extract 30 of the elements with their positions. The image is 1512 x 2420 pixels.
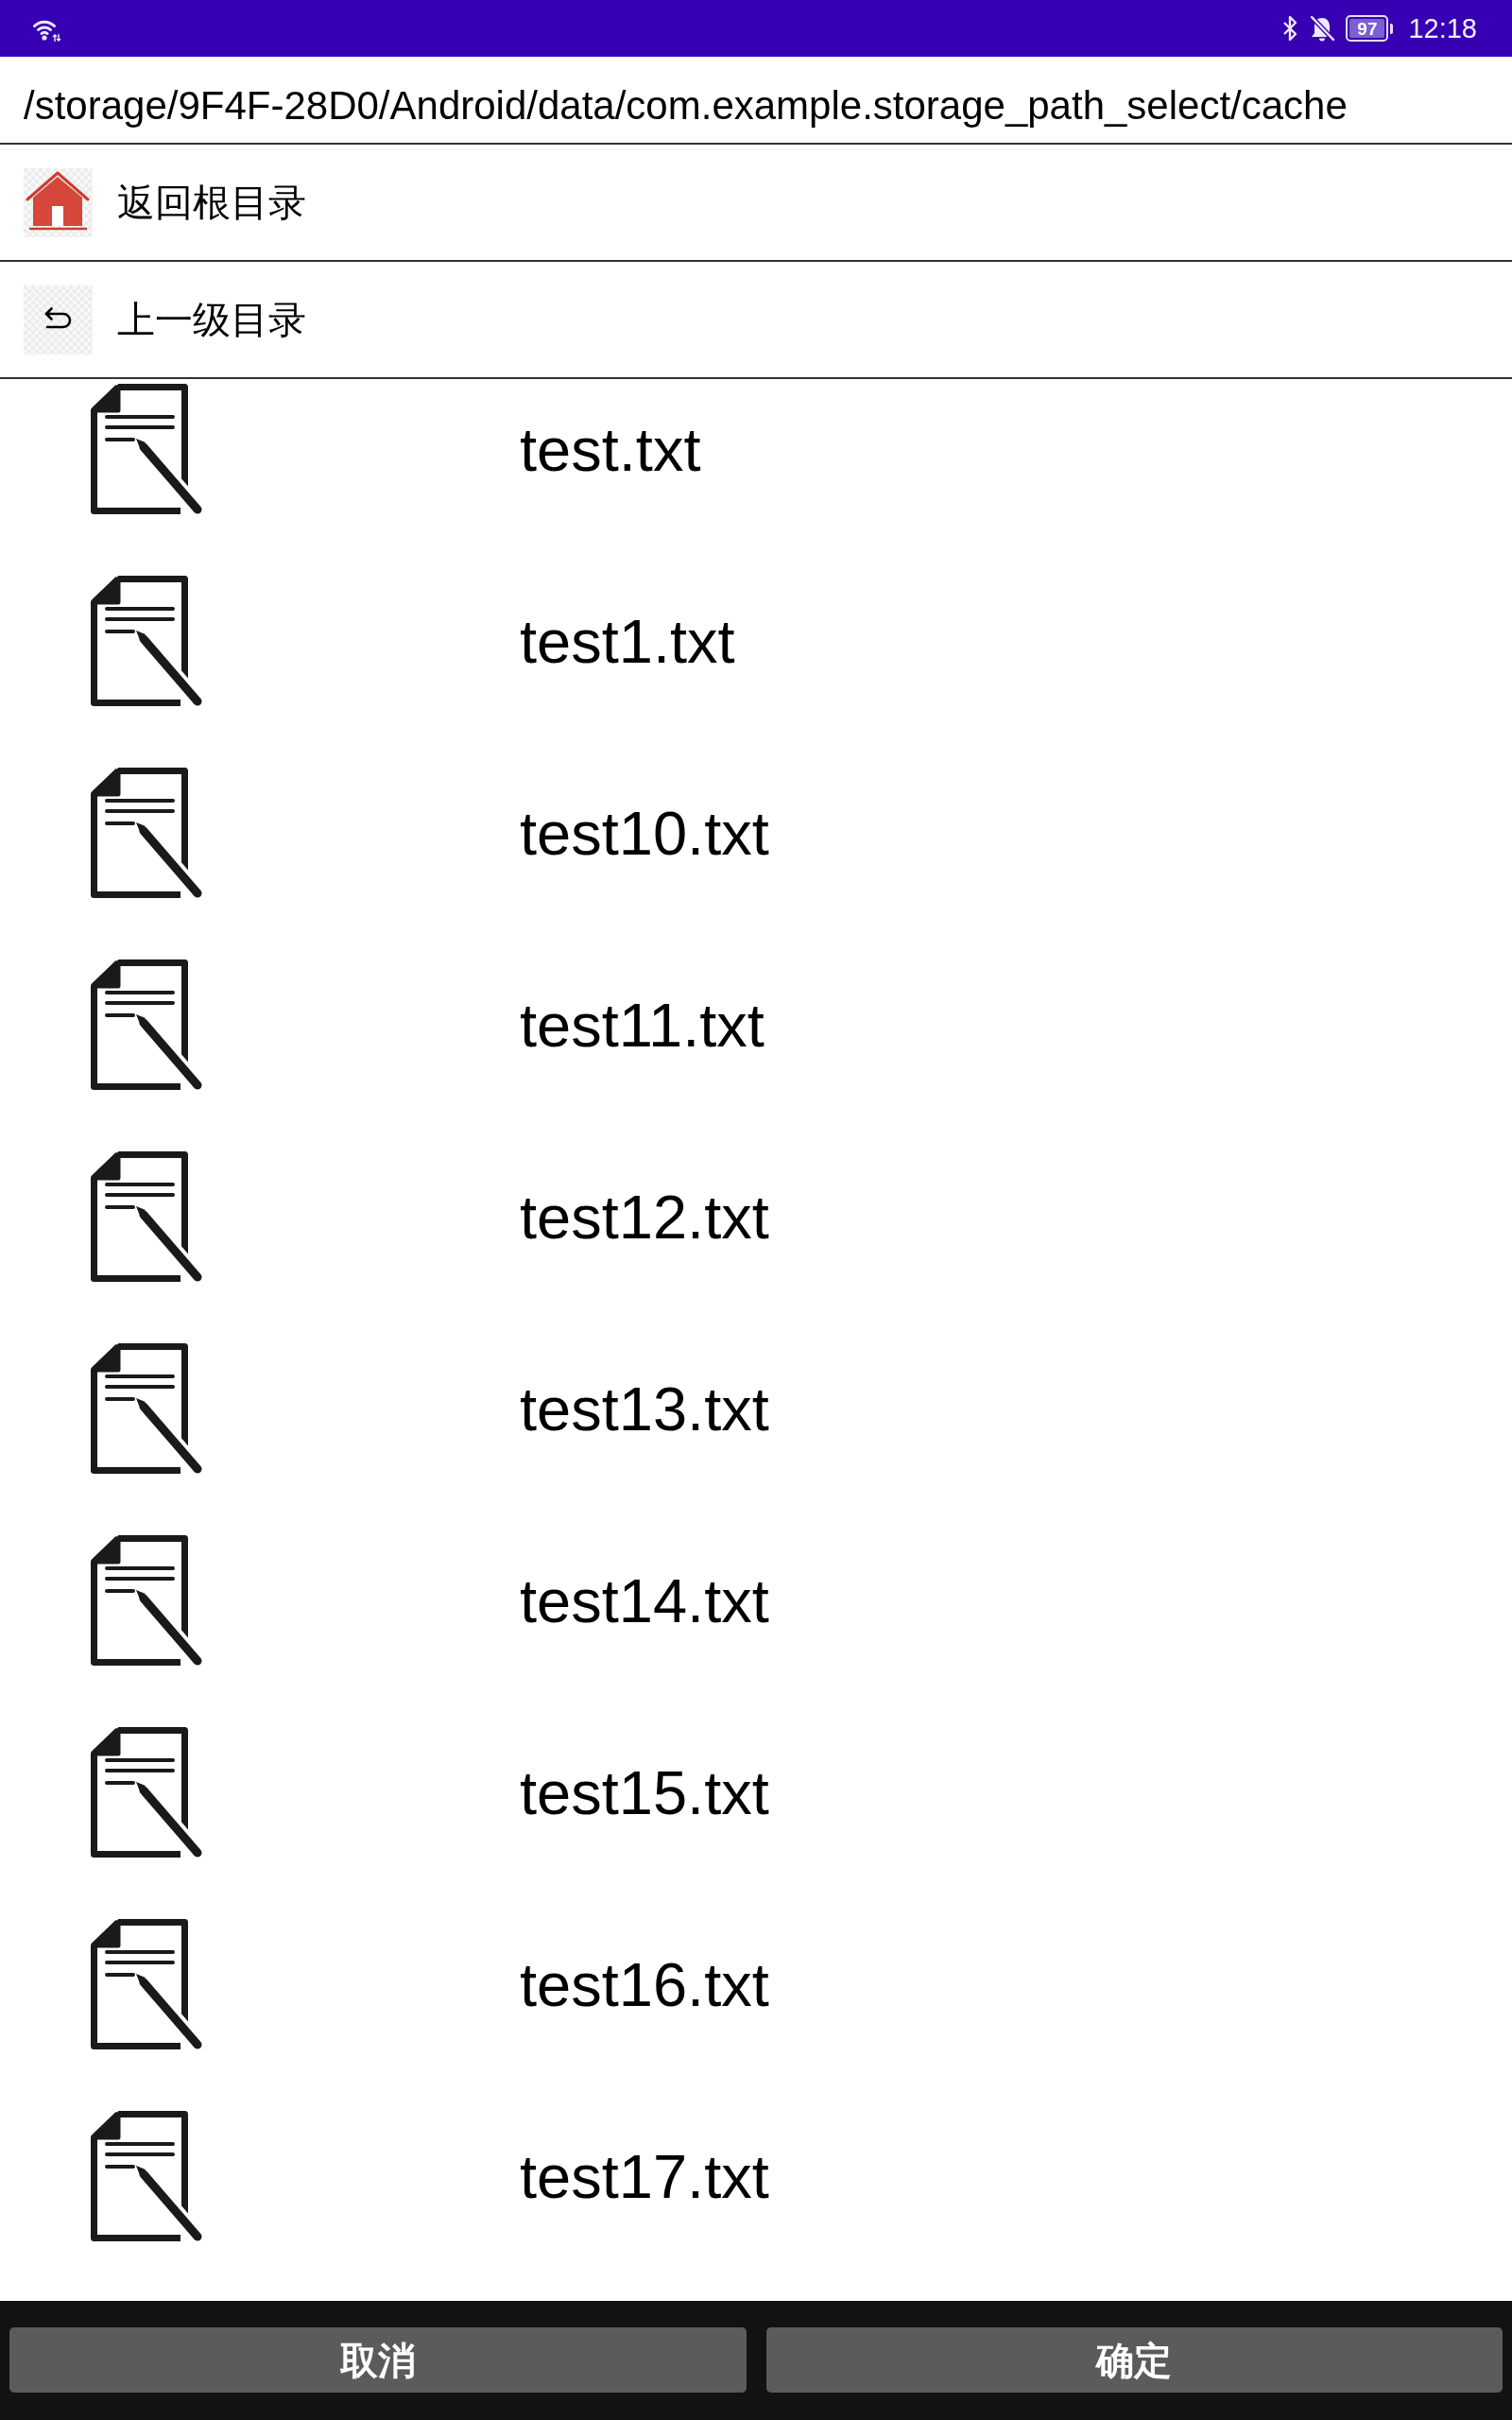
document-pencil-icon bbox=[91, 1534, 202, 1668]
document-pencil-icon bbox=[91, 959, 202, 1092]
bell-slash-icon bbox=[1309, 15, 1336, 42]
confirm-button[interactable]: 确定 bbox=[765, 2327, 1503, 2393]
file-list-item[interactable]: test16.txt bbox=[0, 1889, 1512, 2081]
file-list-item[interactable]: test.txt bbox=[0, 379, 1512, 545]
document-pencil-icon bbox=[91, 767, 202, 900]
home-icon bbox=[24, 167, 93, 237]
document-pencil-icon bbox=[91, 575, 202, 708]
battery-indicator: 97 bbox=[1346, 15, 1394, 42]
document-pencil-icon bbox=[91, 1342, 202, 1476]
file-list-item[interactable]: test12.txt bbox=[0, 1121, 1512, 1313]
file-list-item[interactable]: test17.txt bbox=[0, 2081, 1512, 2273]
document-pencil-icon bbox=[91, 2110, 202, 2243]
current-path-text: /storage/9F4F-28D0/Android/data/com.example.storage_path_select/cache bbox=[24, 83, 1348, 128]
file-list-item[interactable]: test14.txt bbox=[0, 1505, 1512, 1697]
directory-nav-item[interactable]: 返回根目录 bbox=[0, 145, 1512, 262]
document-pencil-icon bbox=[91, 1150, 202, 1284]
document-pencil-icon bbox=[91, 1918, 202, 2051]
file-list-item[interactable]: test11.txt bbox=[0, 929, 1512, 1121]
directory-nav-item[interactable]: 上一级目录 bbox=[0, 262, 1512, 379]
file-list-item[interactable]: test1.txt bbox=[0, 545, 1512, 737]
bluetooth-icon bbox=[1281, 15, 1299, 42]
status-time: 12:18 bbox=[1408, 14, 1477, 43]
cancel-button[interactable]: 取消 bbox=[9, 2327, 747, 2393]
document-pencil-icon bbox=[91, 1726, 202, 1859]
file-list-item[interactable]: test15.txt bbox=[0, 1697, 1512, 1889]
file-list-item[interactable]: test10.txt bbox=[0, 737, 1512, 929]
document-pencil-icon bbox=[91, 383, 202, 516]
file-list-item[interactable]: test13.txt bbox=[0, 1313, 1512, 1505]
